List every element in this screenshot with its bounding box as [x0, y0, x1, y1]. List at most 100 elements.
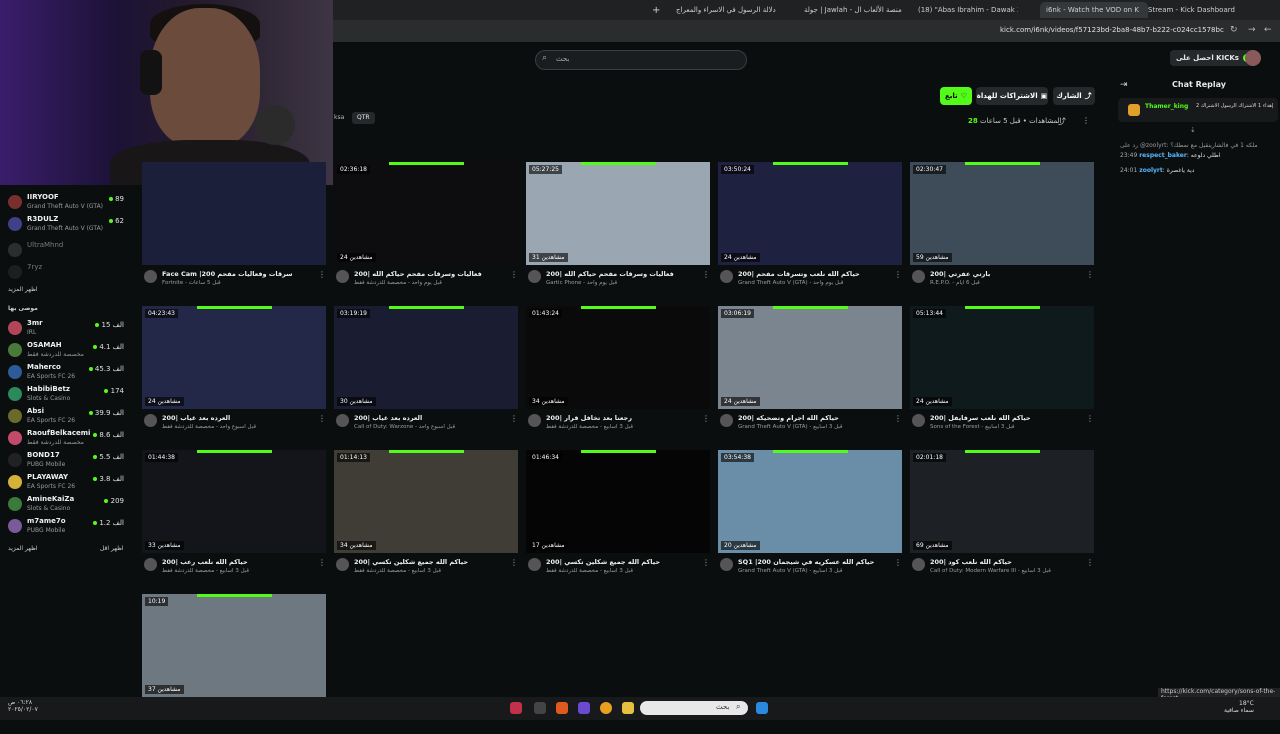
- start-menu-icon[interactable]: [756, 702, 768, 714]
- video-card[interactable]: 01:14:13 34 مشاهدين حياكم الله جميع شكلين …: [334, 450, 518, 590]
- video-title[interactable]: رجعنا بعد تخافل قرار |200: [546, 414, 706, 422]
- video-card[interactable]: 03:50:24 24 مشاهدين حياكم الله نلعب وتسرقا…: [718, 162, 902, 302]
- video-meta[interactable]: قبل 3 أسابيع - مخصصة للدردشة فقط: [546, 568, 706, 574]
- video-meta[interactable]: Grand Theft Auto V (GTA) - قبل 3 أسابيع: [738, 568, 898, 574]
- video-card[interactable]: 02:01:18 69 مشاهدين حياكم الله نلعب كود |2…: [910, 450, 1094, 590]
- video-card[interactable]: 01:44:38 33 مشاهدين حياكم الله نلعب رعب |2…: [142, 450, 326, 590]
- folder-icon[interactable]: [622, 702, 634, 714]
- back-icon[interactable]: ←: [1264, 25, 1272, 35]
- video-thumbnail[interactable]: 01:43:24 34 مشاهدين: [526, 306, 710, 409]
- channel-avatar[interactable]: [144, 270, 157, 283]
- video-title[interactable]: حياكم الله نلعب وتسرقات مفحم |200: [738, 270, 898, 278]
- video-card[interactable]: 03:54:38 20 مشاهدين SQ1 |200 حياكم الله عس…: [718, 450, 902, 590]
- video-meta[interactable]: قبل 3 أسابيع - مخصصة للدردشة فقط: [162, 568, 322, 574]
- collapse-chat-icon[interactable]: ⇥: [1120, 80, 1128, 90]
- video-title[interactable]: حياكم الله جميع شكلين تكسي |200: [354, 558, 514, 566]
- channel-avatar[interactable]: [528, 558, 541, 571]
- video-options-icon[interactable]: ⋮: [318, 414, 326, 423]
- video-thumbnail[interactable]: 03:50:24 24 مشاهدين: [718, 162, 902, 265]
- video-thumbnail[interactable]: 05:13:44 24 مشاهدين: [910, 306, 1094, 409]
- video-thumbnail[interactable]: [142, 162, 326, 265]
- user-avatar[interactable]: [1245, 50, 1261, 66]
- video-options-icon[interactable]: ⋮: [894, 414, 902, 423]
- video-thumbnail[interactable]: 05:27:25 31 مشاهدين: [526, 162, 710, 265]
- app-icon[interactable]: [556, 702, 568, 714]
- video-meta[interactable]: Sons of the Forest - قبل 3 أسابيع: [930, 424, 1090, 430]
- taskbar-search-input[interactable]: بحث ⌕: [640, 701, 748, 715]
- taskbar-clock[interactable]: ٠٦:٢٨ ص ٢٠٢٥/٠٢/٠٧: [8, 699, 38, 713]
- video-title[interactable]: فعاليات وسرقات مفحم حياكم الله |200: [354, 270, 514, 278]
- video-options-icon[interactable]: ⋮: [510, 558, 518, 567]
- forward-icon[interactable]: →: [1248, 25, 1256, 35]
- video-title[interactable]: حياكم الله نلعب كود |200: [930, 558, 1090, 566]
- video-title[interactable]: Face Cam |200 سرقات وفعاليات مفحم: [162, 270, 322, 278]
- reload-icon[interactable]: ↻: [1230, 25, 1238, 35]
- video-thumbnail[interactable]: 03:06:19 24 مشاهدين: [718, 306, 902, 409]
- video-options-icon[interactable]: ⋮: [318, 270, 326, 279]
- video-options-icon[interactable]: ⋮: [318, 558, 326, 567]
- video-thumbnail[interactable]: 02:30:47 59 مشاهدين: [910, 162, 1094, 265]
- channel-avatar[interactable]: [720, 270, 733, 283]
- video-meta[interactable]: Call of Duty: Warzone - قبل أسبوع واحد: [354, 424, 514, 430]
- video-options-icon[interactable]: ⋮: [894, 270, 902, 279]
- video-meta[interactable]: قبل أسبوع واحد - مخصصة للدردشة فقط: [162, 424, 322, 430]
- channel-avatar[interactable]: [336, 270, 349, 283]
- video-card[interactable]: 01:43:24 34 مشاهدين رجعنا بعد تخافل قرار |…: [526, 306, 710, 446]
- video-card[interactable]: Face Cam |200 سرقات وفعاليات مفحم Fortnit…: [142, 162, 326, 302]
- video-options-icon[interactable]: ⋮: [702, 414, 710, 423]
- video-title[interactable]: حياكم الله جميع شكلين تكسي |200: [546, 558, 706, 566]
- channel-avatar[interactable]: [528, 414, 541, 427]
- video-options-icon[interactable]: ⋮: [510, 414, 518, 423]
- chrome-icon[interactable]: [600, 702, 612, 714]
- video-title[interactable]: SQ1 |200 حياكم الله عسكريه في شيجمان: [738, 558, 898, 566]
- channel-avatar[interactable]: [528, 270, 541, 283]
- channel-avatar[interactable]: [912, 558, 925, 571]
- video-thumbnail[interactable]: 01:44:38 33 مشاهدين: [142, 450, 326, 553]
- app-icon[interactable]: [578, 702, 590, 714]
- video-meta[interactable]: قبل 3 أسابيع - مخصصة للدردشة فقط: [546, 424, 706, 430]
- video-meta[interactable]: قبل يوم واحد - مخصصة للدردشة فقط: [354, 280, 514, 286]
- video-meta[interactable]: قبل 3 أسابيع - مخصصة للدردشة فقط: [354, 568, 514, 574]
- channel-avatar[interactable]: [720, 414, 733, 427]
- channel-avatar[interactable]: [336, 558, 349, 571]
- video-card[interactable]: 03:06:19 24 مشاهدين حياكم الله اجرام وتضحي…: [718, 306, 902, 446]
- video-options-icon[interactable]: ⋮: [702, 558, 710, 567]
- video-title[interactable]: العرده بعد غياب |200: [354, 414, 514, 422]
- scroll-down-icon[interactable]: ⇣: [1190, 126, 1196, 134]
- video-options-icon[interactable]: ⋮: [1086, 414, 1094, 423]
- weather-widget[interactable]: 18°C سماء صافية: [1224, 700, 1254, 714]
- video-thumbnail[interactable]: 02:01:18 69 مشاهدين: [910, 450, 1094, 553]
- video-thumbnail[interactable]: 03:19:19 30 مشاهدين: [334, 306, 518, 409]
- video-meta[interactable]: R.E.P.O. - قبل 6 أيام: [930, 280, 1090, 286]
- video-meta[interactable]: Grand Theft Auto V (GTA) - قبل 3 أسابيع: [738, 424, 898, 430]
- video-options-icon[interactable]: ⋮: [702, 270, 710, 279]
- video-card[interactable]: 02:30:47 59 مشاهدين بارتي عفرتي |200 R.E.P.…: [910, 162, 1094, 302]
- video-title[interactable]: حياكم الله نلعب سرفايفل |200: [930, 414, 1090, 422]
- video-card[interactable]: 04:23:43 24 مشاهدين العرده بعد غياب |200 قب…: [142, 306, 326, 446]
- browser-tab[interactable]: Stream - Kick Dashboard: [1148, 2, 1248, 18]
- channel-avatar[interactable]: [336, 414, 349, 427]
- channel-avatar[interactable]: [912, 414, 925, 427]
- video-options-icon[interactable]: ⋮: [510, 270, 518, 279]
- video-title[interactable]: بارتي عفرتي |200: [930, 270, 1090, 278]
- video-options-icon[interactable]: ⋮: [1086, 270, 1094, 279]
- video-card[interactable]: 03:19:19 30 مشاهدين العرده بعد غياب |200 Ca…: [334, 306, 518, 446]
- video-card[interactable]: 05:13:44 24 مشاهدين حياكم الله نلعب سرفايف…: [910, 306, 1094, 446]
- video-thumbnail[interactable]: 02:36:18 24 مشاهدين: [334, 162, 518, 265]
- app-icon[interactable]: [510, 702, 522, 714]
- video-meta[interactable]: Call of Duty: Modern Warfare III - قبل 3…: [930, 568, 1090, 574]
- video-meta[interactable]: Grand Theft Auto V (GTA) - قبل يوم واحد: [738, 280, 898, 286]
- video-options-icon[interactable]: ⋮: [894, 558, 902, 567]
- channel-avatar[interactable]: [912, 270, 925, 283]
- video-thumbnail[interactable]: 04:23:43 24 مشاهدين: [142, 306, 326, 409]
- video-meta[interactable]: Gartic Phone - قبل يوم واحد: [546, 280, 706, 286]
- video-thumbnail[interactable]: 01:46:34 17 مشاهدين: [526, 450, 710, 553]
- video-card[interactable]: 05:27:25 31 مشاهدين فعاليات وسرقات مفحم حي…: [526, 162, 710, 302]
- channel-avatar[interactable]: [144, 558, 157, 571]
- video-card[interactable]: 01:46:34 17 مشاهدين حياكم الله جميع شكلين …: [526, 450, 710, 590]
- video-title[interactable]: حياكم الله نلعب رعب |200: [162, 558, 322, 566]
- video-meta[interactable]: Fortnite - قبل 5 ساعات: [162, 280, 322, 286]
- video-thumbnail[interactable]: 03:54:38 20 مشاهدين: [718, 450, 902, 553]
- get-kicks-button[interactable]: احصل على KICKs: [1170, 50, 1257, 66]
- video-title[interactable]: حياكم الله اجرام وتضحيكه |200: [738, 414, 898, 422]
